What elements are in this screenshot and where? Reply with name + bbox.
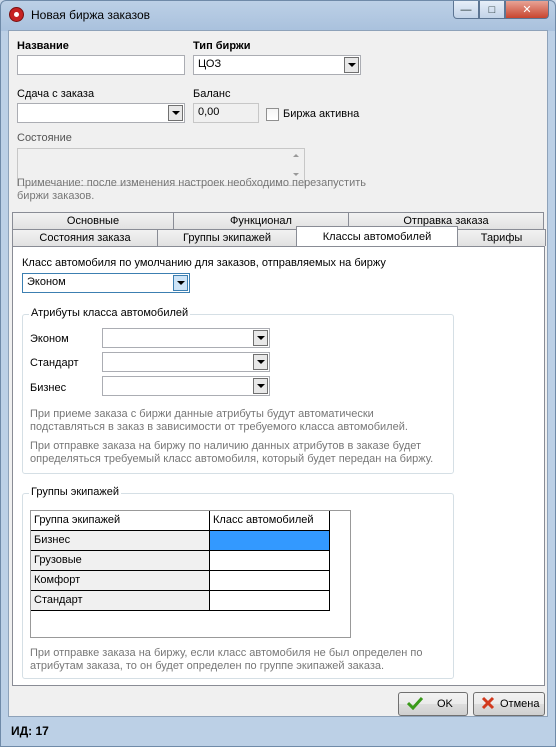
exchange-type-value: ЦОЗ [198,58,222,70]
window-title: Новая биржа заказов [31,8,151,22]
crew-groups-grid: Группа экипажей Класс автомобилей Бизнес… [30,510,351,638]
chevron-down-icon[interactable] [253,354,268,370]
checkmark-icon [406,696,424,713]
ok-button[interactable]: OK [398,692,468,716]
tab-crew-groups[interactable]: Группы экипажей [157,229,297,246]
default-class-value: Эконом [27,276,66,288]
grid-cell-group: Грузовые [31,551,210,571]
grid-cell-group: Бизнес [31,531,210,551]
cancel-label: Отмена [500,698,540,710]
caption-buttons: — □ ✕ [453,1,549,19]
attributes-note-2: При отправке заказа на биржу по наличию … [30,440,434,465]
chevron-down-icon[interactable] [173,275,188,291]
name-field[interactable] [17,55,185,75]
active-checkbox[interactable] [266,108,279,121]
close-button[interactable]: ✕ [505,1,549,19]
chevron-down-icon[interactable] [253,330,268,346]
crew-groups-group-title: Группы экипажей [29,486,121,498]
attr-select-econom[interactable] [102,328,270,348]
restart-note: Примечание: после изменения настроек нео… [17,177,367,202]
attr-label-business: Бизнес [30,382,67,394]
grid-cell-class[interactable] [210,571,330,591]
attributes-group: Атрибуты класса автомобилей Эконом Станд… [22,307,454,474]
chevron-down-icon[interactable] [344,57,359,73]
ok-label: OK [437,698,453,710]
table-row[interactable]: Бизнес [31,531,350,551]
attr-select-business[interactable] [102,376,270,396]
grid-cell-group: Стандарт [31,591,210,611]
grid-header-row: Группа экипажей Класс автомобилей [31,511,350,531]
active-label: Биржа активна [283,108,360,120]
minimize-icon: — [460,3,472,16]
balance-field: 0,00 [193,103,259,123]
close-icon: ✕ [522,4,532,16]
dialog-client: Название Тип биржи ЦОЗ Сдача с заказа Ба… [8,30,548,717]
state-label: Состояние [17,132,72,144]
grid-cell-class[interactable] [210,531,330,551]
cross-icon [481,696,495,713]
chevron-down-icon[interactable] [168,105,183,121]
attr-label-econom: Эконом [30,333,69,345]
grid-cell-class[interactable] [210,591,330,611]
minimize-button[interactable]: — [453,1,479,19]
attributes-group-title: Атрибуты класса автомобилей [29,307,191,319]
dialog-window: Новая биржа заказов — □ ✕ Название Тип б… [0,0,556,747]
name-label: Название [17,40,69,52]
attributes-note-1: При приеме заказа с биржи данные атрибут… [30,408,408,433]
app-icon [9,7,24,22]
status-bar: ИД: 17 [8,720,548,742]
id-text: ИД: 17 [11,724,49,738]
table-row[interactable]: Комфорт [31,571,350,591]
table-row[interactable]: Грузовые [31,551,350,571]
car-classes-panel: Класс автомобиля по умолчанию для заказо… [12,246,545,686]
tab-car-classes[interactable]: Классы автомобилей [296,226,458,246]
exchange-type-select[interactable]: ЦОЗ [193,55,361,75]
grid-header-group[interactable]: Группа экипажей [31,511,210,531]
tabs-row-1: Основные Функционал Отправка заказа [12,212,544,229]
order-cost-label: Сдача с заказа [17,88,95,100]
crew-groups-group: Группы экипажей Группа экипажей Класс ав… [22,486,454,679]
default-class-select[interactable]: Эконом [22,273,190,293]
tab-basic[interactable]: Основные [12,212,174,229]
tab-tariffs[interactable]: Тарифы [457,229,546,246]
title-bar[interactable]: Новая биржа заказов — □ ✕ [1,1,555,29]
balance-label: Баланс [193,88,231,100]
tab-order-states[interactable]: Состояния заказа [12,229,158,246]
crews-note: При отправке заказа на биржу, если класс… [30,647,423,672]
grid-cell-group: Комфорт [31,571,210,591]
chevron-down-icon[interactable] [253,378,268,394]
cancel-button[interactable]: Отмена [473,692,545,716]
maximize-icon: □ [488,3,496,16]
default-class-label: Класс автомобиля по умолчанию для заказо… [22,257,386,269]
grid-header-class[interactable]: Класс автомобилей [210,511,330,531]
tabs-row-2: Состояния заказа Группы экипажей Классы … [12,226,546,246]
exchange-type-label: Тип биржи [193,40,251,52]
order-cost-select[interactable] [17,103,185,123]
grid-cell-class[interactable] [210,551,330,571]
table-row[interactable]: Стандарт [31,591,350,611]
maximize-button[interactable]: □ [479,1,505,19]
attr-label-standard: Стандарт [30,357,79,369]
attr-select-standard[interactable] [102,352,270,372]
